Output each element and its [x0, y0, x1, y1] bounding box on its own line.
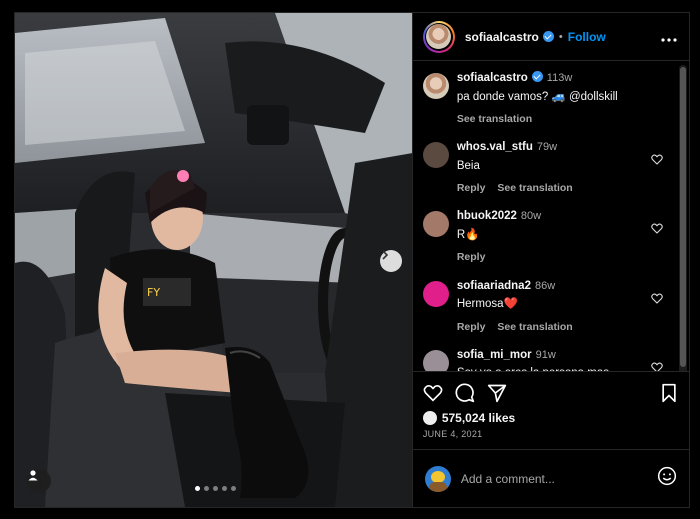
- emoji-icon: [657, 466, 677, 486]
- reply-link[interactable]: Reply: [457, 251, 486, 263]
- reply-link[interactable]: Reply: [457, 321, 486, 333]
- comment-username[interactable]: hbuok2022: [457, 210, 517, 222]
- likes-count[interactable]: 575,024 likes: [422, 411, 677, 425]
- comment-item: sofia_mi_mor91w Soy yo o eres la persona …: [422, 348, 677, 371]
- comment-item: sofiaariadna2 86w Hermosa❤️ Reply See transl…: [422, 279, 677, 334]
- user-tag-icon: [28, 470, 38, 481]
- comment-username[interactable]: sofia_mi_mor: [457, 349, 532, 361]
- carousel-indicator: [195, 486, 236, 491]
- post-actions: 575,024 likes JUNE 4, 2021: [412, 371, 689, 449]
- see-translation-link[interactable]: See translation: [497, 182, 572, 194]
- comment-text: Beia: [456, 159, 480, 172]
- caption-username[interactable]: sofiaalcastro: [457, 72, 528, 84]
- comment-time: 79w: [536, 141, 558, 154]
- emoji-button[interactable]: [657, 466, 677, 491]
- avatar[interactable]: [422, 211, 449, 238]
- comment-username[interactable]: sofiaariadna2: [457, 280, 531, 292]
- comment-like-button[interactable]: [651, 291, 663, 309]
- like-button[interactable]: [423, 384, 443, 402]
- comment-icon: [455, 383, 474, 403]
- liker-avatar: [422, 411, 437, 425]
- see-translation-link[interactable]: See translation: [457, 113, 532, 125]
- caption-time: 113w: [546, 72, 573, 84]
- post-date: JUNE 4, 2021: [422, 429, 483, 439]
- carousel-dot: [204, 486, 209, 491]
- comment-like-button[interactable]: [651, 221, 663, 239]
- heart-icon: [651, 293, 663, 304]
- carousel-dot: [195, 486, 200, 491]
- post-header: sofiaalcastro • Follow: [412, 13, 689, 61]
- comments-scrollbar[interactable]: [679, 65, 687, 371]
- comment-time: 91w: [535, 348, 556, 361]
- carousel-dot: [213, 486, 218, 491]
- comment-time: 80w: [520, 210, 542, 223]
- avatar[interactable]: [422, 349, 449, 371]
- avatar[interactable]: [422, 142, 449, 169]
- likes-text[interactable]: 575,024 likes: [442, 411, 515, 425]
- author-username[interactable]: sofiaalcastro: [465, 30, 539, 44]
- post-dialog: FY sofiaalcastro • Follow sofiaalcastro …: [14, 12, 690, 508]
- avatar[interactable]: [422, 280, 449, 307]
- add-comment-input[interactable]: [460, 471, 657, 486]
- more-options-button[interactable]: [661, 29, 677, 45]
- post-sidebar: sofiaalcastro • Follow sofiaalcastro 113w…: [411, 13, 689, 507]
- comment-item: hbuok2022 80w R🔥 Reply: [422, 209, 677, 264]
- add-comment-bar: [412, 449, 689, 507]
- comment-username[interactable]: whos.val_stfu: [457, 141, 533, 153]
- carousel-dot: [222, 486, 227, 491]
- comment-text: Hermosa❤️: [456, 298, 518, 311]
- heart-icon: [651, 223, 663, 235]
- comment-like-button[interactable]: [651, 360, 663, 371]
- see-translation-link[interactable]: See translation: [497, 321, 572, 333]
- heart-icon: [651, 154, 663, 165]
- current-user-avatar: [424, 465, 451, 492]
- follow-button[interactable]: Follow: [568, 30, 606, 44]
- comment-like-button[interactable]: [651, 152, 663, 170]
- heart-icon: [651, 362, 663, 371]
- comment-item: whos.val_stfu 79w Beia Reply See translation: [422, 140, 677, 195]
- comment-button[interactable]: [455, 383, 475, 403]
- heart-icon: [423, 384, 443, 402]
- next-photo-button[interactable]: [379, 250, 402, 272]
- comments-list[interactable]: sofiaalcastro 113w pa donde vamos? 🚙 @dol…: [413, 61, 689, 371]
- chevron-right-icon: [382, 250, 388, 260]
- save-button[interactable]: [661, 383, 677, 403]
- separator-dot: •: [558, 30, 563, 43]
- verified-badge-icon: [531, 71, 543, 82]
- carousel-dot: [231, 486, 236, 491]
- more-options-icon: [661, 37, 677, 42]
- reply-link[interactable]: Reply: [457, 182, 486, 194]
- caption: sofiaalcastro 113w pa donde vamos? 🚙 @dol…: [422, 71, 677, 126]
- comment-text: R🔥: [456, 228, 480, 241]
- bookmark-icon: [662, 383, 676, 403]
- verified-badge-icon: [542, 31, 554, 42]
- car-interior-image: FY: [15, 13, 412, 507]
- share-icon: [487, 384, 506, 403]
- comment-text: Soy yo o eres la persona mas: [457, 366, 677, 371]
- user-tag-button[interactable]: [27, 469, 51, 493]
- post-photo[interactable]: FY: [15, 13, 412, 507]
- caption-text: pa donde vamos? 🚙 @dollskill: [456, 90, 618, 103]
- author-avatar[interactable]: [422, 20, 455, 53]
- svg-text:FY: FY: [147, 286, 160, 299]
- share-button[interactable]: [487, 383, 507, 403]
- comment-time: 86w: [534, 279, 556, 292]
- avatar[interactable]: [422, 73, 449, 99]
